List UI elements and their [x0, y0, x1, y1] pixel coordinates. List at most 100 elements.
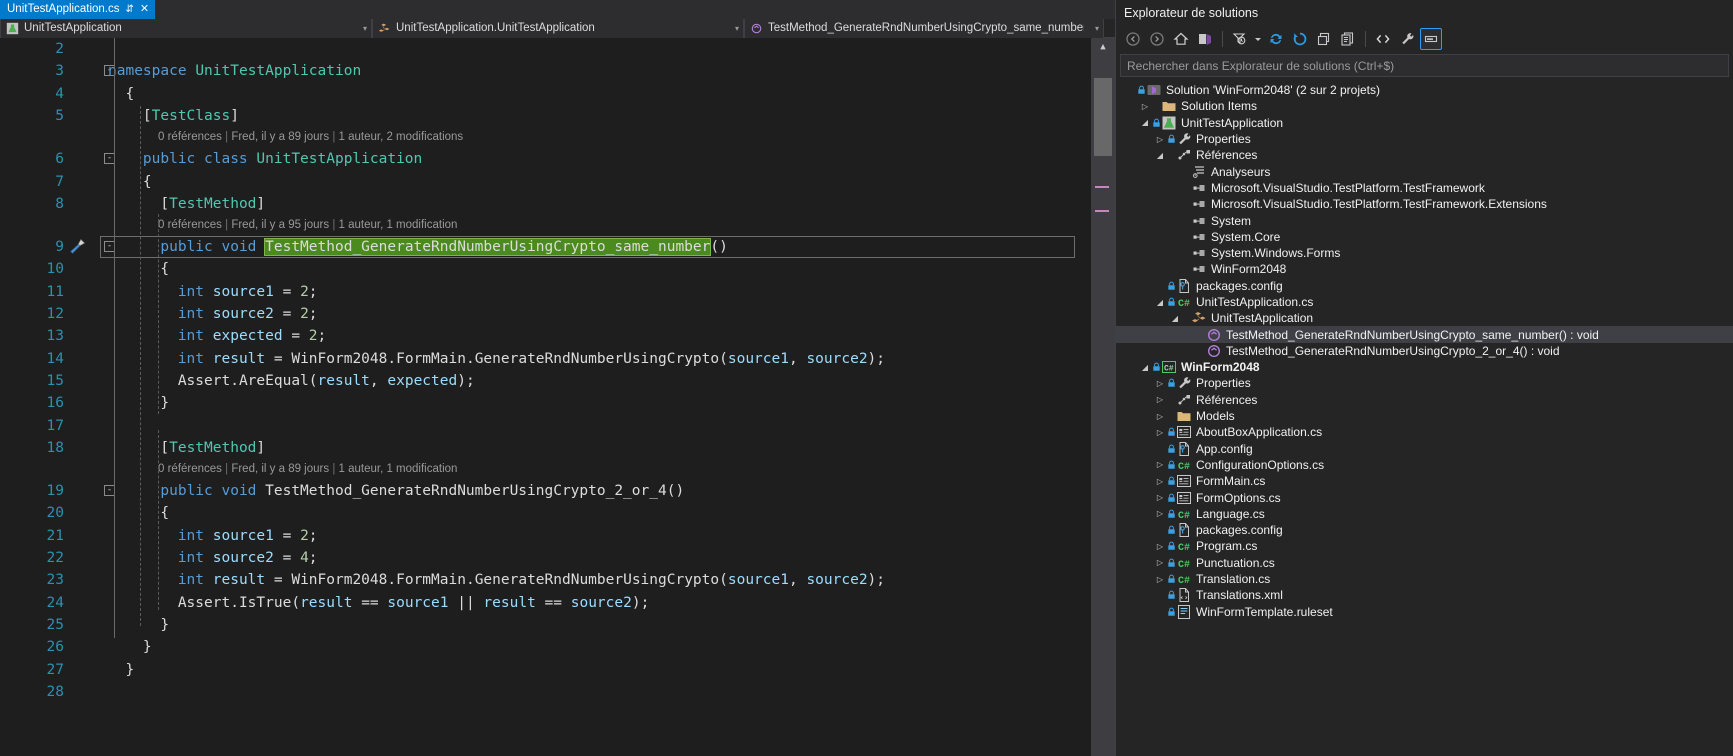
code-line[interactable]: 22 int source2 = 4;	[0, 547, 1091, 569]
code-line[interactable]: 9- public void TestMethod_GenerateRndNumb…	[0, 236, 1091, 259]
expander-collapsed-icon[interactable]: ▷	[1154, 412, 1166, 421]
expander-expanded-icon[interactable]: ◢	[1154, 298, 1166, 307]
tree-node[interactable]: ◢ UnitTestApplication	[1116, 115, 1733, 131]
search-input[interactable]	[1127, 58, 1728, 73]
properties-icon[interactable]	[1396, 28, 1418, 50]
tree-node[interactable]: packages.config	[1116, 278, 1733, 294]
tree-node[interactable]: Microsoft.VisualStudio.TestPlatform.Test…	[1116, 180, 1733, 196]
tree-node[interactable]: ▷ Properties	[1116, 131, 1733, 147]
code-line[interactable]: 5 [TestClass]	[0, 105, 1091, 127]
pending-changes-filter-icon[interactable]	[1229, 28, 1251, 50]
code-line[interactable]: 20 {	[0, 502, 1091, 524]
expander-collapsed-icon[interactable]: ▷	[1154, 395, 1166, 404]
code-line[interactable]: 16}	[0, 392, 1091, 414]
tree-node[interactable]: ▷ C# ConfigurationOptions.cs	[1116, 457, 1733, 473]
navbar-member-dropdown[interactable]: TestMethod_GenerateRndNumberUsingCrypto_…	[744, 18, 1104, 38]
code-line[interactable]: 24 Assert.IsTrue(result == source1 || res…	[0, 592, 1091, 614]
expander-collapsed-icon[interactable]: ▷	[1154, 509, 1166, 518]
code-line[interactable]: 13 int expected = 2;	[0, 325, 1091, 347]
expander-expanded-icon[interactable]: ◢	[1169, 314, 1181, 323]
tree-node[interactable]: Microsoft.VisualStudio.TestPlatform.Test…	[1116, 196, 1733, 212]
home-icon[interactable]	[1170, 28, 1192, 50]
scrollbar-thumb[interactable]	[1094, 78, 1112, 156]
expander-expanded-icon[interactable]: ◢	[1139, 363, 1151, 372]
solution-explorer-search[interactable]	[1120, 54, 1729, 77]
solution-explorer-tree[interactable]: Solution 'WinForm2048' (2 sur 2 projets)…	[1116, 82, 1733, 756]
code-line[interactable]: 10 {	[0, 258, 1091, 280]
scroll-up-arrow[interactable]: ▲	[1091, 38, 1115, 55]
tree-node[interactable]: ▷ AboutBoxApplication.cs	[1116, 424, 1733, 440]
preview-selected-items-icon[interactable]	[1420, 28, 1442, 50]
tree-node[interactable]: App.config	[1116, 441, 1733, 457]
code-line[interactable]: 11 int source1 = 2;	[0, 281, 1091, 303]
tree-node[interactable]: ◢ C# WinForm2048	[1116, 359, 1733, 375]
navbar-class-dropdown[interactable]: UnitTestApplication.UnitTestApplication …	[372, 18, 744, 38]
back-icon[interactable]	[1122, 28, 1144, 50]
code-line[interactable]: 28	[0, 681, 1091, 703]
tree-node[interactable]: ▷ Models	[1116, 408, 1733, 424]
tree-node[interactable]: TestMethod_GenerateRndNumberUsingCrypto_…	[1116, 326, 1733, 343]
code-line[interactable]: 6- public class UnitTestApplication	[0, 148, 1091, 170]
expander-collapsed-icon[interactable]: ▷	[1154, 477, 1166, 486]
expander-collapsed-icon[interactable]: ▷	[1154, 428, 1166, 437]
chevron-down-icon[interactable]: ▾	[357, 24, 367, 33]
expander-collapsed-icon[interactable]: ▷	[1154, 575, 1166, 584]
refresh-icon[interactable]	[1265, 28, 1287, 50]
chevron-down-icon[interactable]: ▾	[1089, 24, 1099, 33]
code-line[interactable]: 18 [TestMethod]	[0, 437, 1091, 459]
forward-icon[interactable]	[1146, 28, 1168, 50]
tree-node[interactable]: ◢ UnitTestApplication	[1116, 310, 1733, 326]
expander-collapsed-icon[interactable]: ▷	[1139, 102, 1151, 111]
tree-node[interactable]: ▷ FormOptions.cs	[1116, 489, 1733, 505]
tree-node[interactable]: ▷ C# Punctuation.cs	[1116, 555, 1733, 571]
expander-collapsed-icon[interactable]: ▷	[1154, 135, 1166, 144]
sync-with-active-document-icon[interactable]	[1194, 28, 1216, 50]
code-line[interactable]: 27}	[0, 659, 1091, 681]
show-all-files-icon[interactable]	[1337, 28, 1359, 50]
expander-collapsed-icon[interactable]: ▷	[1154, 493, 1166, 502]
rename-highlighted-identifier[interactable]: TestMethod_GenerateRndNumberUsingCrypto_…	[264, 238, 712, 257]
tree-node[interactable]: packages.config	[1116, 522, 1733, 538]
code-line[interactable]: 15 Assert.AreEqual(result, expected);	[0, 370, 1091, 392]
expander-collapsed-icon[interactable]: ▷	[1154, 460, 1166, 469]
expander-expanded-icon[interactable]: ◢	[1154, 151, 1166, 160]
code-line[interactable]: 21 int source1 = 2;	[0, 525, 1091, 547]
tree-node[interactable]: Analyseurs	[1116, 163, 1733, 179]
chevron-down-icon[interactable]: ▾	[729, 24, 739, 33]
navbar-project-dropdown[interactable]: UnitTestApplication ▾	[0, 18, 372, 38]
close-icon[interactable]: ✕	[140, 0, 149, 19]
view-code-icon[interactable]	[1372, 28, 1394, 50]
code-line[interactable]: 19- public void TestMethod_GenerateRndNum…	[0, 480, 1091, 502]
code-line[interactable]: 12 int source2 = 2;	[0, 303, 1091, 325]
code-line[interactable]: 4{	[0, 83, 1091, 105]
pin-icon[interactable]: ⇵	[126, 0, 134, 19]
tree-node[interactable]: ▷ Références	[1116, 392, 1733, 408]
code-line[interactable]: 14 int result = WinForm2048.FormMain.Gene…	[0, 348, 1091, 370]
code-line[interactable]: 25}	[0, 614, 1091, 636]
tree-node[interactable]: WinFormTemplate.ruleset	[1116, 604, 1733, 620]
code-editor[interactable]: 2 3- namespace UnitTestApplication 4{5 [Test…	[0, 38, 1115, 756]
code-line[interactable]: 17	[0, 415, 1091, 437]
quick-actions-screwdriver-icon[interactable]	[68, 238, 86, 256]
code-line[interactable]: 3- namespace UnitTestApplication	[0, 60, 1091, 82]
code-lines-container[interactable]: 2 3- namespace UnitTestApplication 4{5 [Test…	[0, 38, 1091, 756]
code-line[interactable]: 23 int result = WinForm2048.FormMain.Gene…	[0, 569, 1091, 591]
tree-node[interactable]: ◢ C# UnitTestApplication.cs	[1116, 294, 1733, 310]
editor-vertical-scrollbar[interactable]: ▲	[1091, 38, 1115, 756]
tree-node[interactable]: TestMethod_GenerateRndNumberUsingCrypto_…	[1116, 343, 1733, 359]
tree-node[interactable]: ▷ C# Program.cs	[1116, 538, 1733, 554]
tree-node[interactable]: ▷ C# Language.cs	[1116, 506, 1733, 522]
code-line[interactable]: 26}	[0, 636, 1091, 658]
expander-collapsed-icon[interactable]: ▷	[1154, 379, 1166, 388]
tab-unittestapplication-cs[interactable]: UnitTestApplication.cs ⇵ ✕	[0, 0, 156, 19]
tree-node[interactable]: ▷ FormMain.cs	[1116, 473, 1733, 489]
tree-node[interactable]: ▷ C# Translation.cs	[1116, 571, 1733, 587]
expander-collapsed-icon[interactable]: ▷	[1154, 542, 1166, 551]
tree-node[interactable]: System	[1116, 212, 1733, 228]
tree-node[interactable]: Translations.xml	[1116, 587, 1733, 603]
tree-node[interactable]: Solution 'WinForm2048' (2 sur 2 projets)	[1116, 82, 1733, 98]
tree-node[interactable]: WinForm2048	[1116, 261, 1733, 277]
filter-chevron-down-icon[interactable]	[1253, 28, 1263, 50]
tree-node[interactable]: ◢ Références	[1116, 147, 1733, 163]
tree-node[interactable]: ▷ Properties	[1116, 375, 1733, 391]
